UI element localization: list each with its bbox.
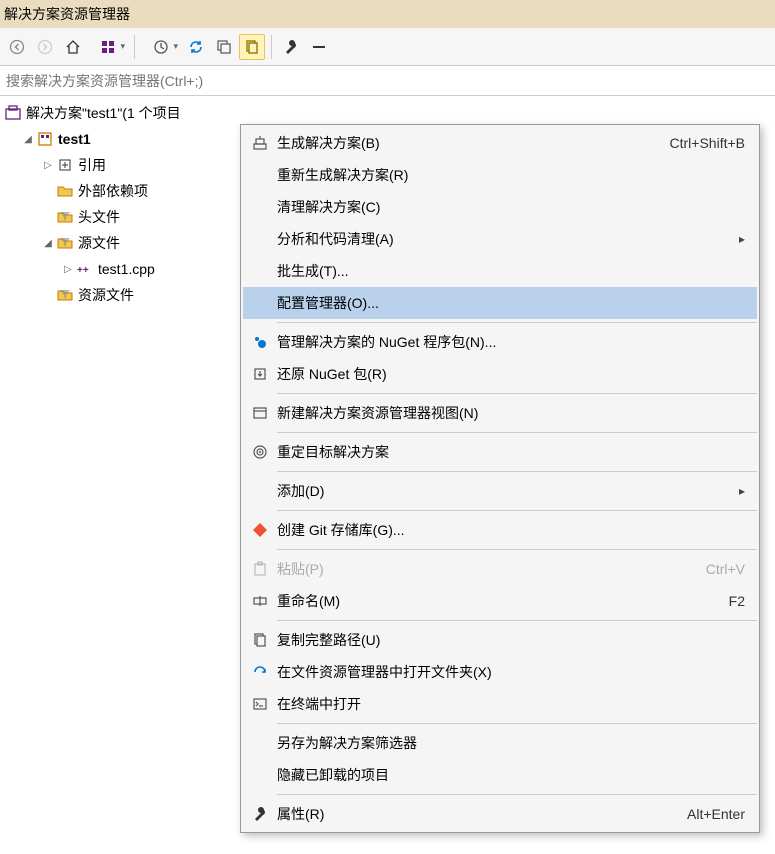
menu-properties[interactable]: 属性(R) Alt+Enter bbox=[243, 798, 757, 830]
menu-separator bbox=[277, 794, 757, 795]
menu-separator bbox=[277, 723, 757, 724]
copy-icon bbox=[243, 632, 277, 648]
spacer bbox=[40, 209, 56, 225]
menu-add[interactable]: 添加(D) bbox=[243, 475, 757, 507]
menu-analyze[interactable]: 分析和代码清理(A) bbox=[243, 223, 757, 255]
expander-icon[interactable]: ▷ bbox=[40, 157, 56, 173]
menu-separator bbox=[277, 432, 757, 433]
expander-icon[interactable]: ▷ bbox=[60, 261, 76, 277]
toolbar bbox=[0, 28, 775, 66]
project-icon bbox=[36, 130, 54, 148]
pending-changes-filter-button[interactable] bbox=[141, 34, 181, 60]
search-input[interactable] bbox=[6, 73, 769, 89]
headers-label: 头文件 bbox=[78, 207, 120, 227]
menu-paste: 粘贴(P) Ctrl+V bbox=[243, 553, 757, 585]
menu-new-view[interactable]: 新建解决方案资源管理器视图(N) bbox=[243, 397, 757, 429]
menu-separator bbox=[277, 322, 757, 323]
spacer bbox=[40, 287, 56, 303]
restore-icon bbox=[243, 366, 277, 382]
filter-folder-icon bbox=[56, 208, 74, 226]
forward-button[interactable] bbox=[32, 34, 58, 60]
preview-button[interactable] bbox=[306, 34, 332, 60]
menu-config-manager[interactable]: 配置管理器(O)... bbox=[243, 287, 757, 319]
menu-open-folder[interactable]: 在文件资源管理器中打开文件夹(X) bbox=[243, 656, 757, 688]
menu-copy-path[interactable]: 复制完整路径(U) bbox=[243, 624, 757, 656]
sourcefile-label: test1.cpp bbox=[98, 261, 155, 277]
git-icon bbox=[243, 522, 277, 538]
open-folder-icon bbox=[243, 664, 277, 680]
title-bar: 解决方案资源管理器 bbox=[0, 0, 775, 28]
tree-solution-node[interactable]: 解决方案"test1"(1 个项目 bbox=[0, 100, 775, 126]
terminal-icon bbox=[243, 696, 277, 712]
new-view-icon bbox=[243, 405, 277, 421]
menu-separator bbox=[277, 393, 757, 394]
nuget-icon bbox=[243, 334, 277, 350]
cpp-file-icon: ++ bbox=[76, 260, 94, 278]
menu-separator bbox=[277, 510, 757, 511]
resources-label: 资源文件 bbox=[78, 285, 134, 305]
home-button[interactable] bbox=[60, 34, 86, 60]
menu-batch-build[interactable]: 批生成(T)... bbox=[243, 255, 757, 287]
paste-icon bbox=[243, 561, 277, 577]
sync-button[interactable] bbox=[183, 34, 209, 60]
retarget-icon bbox=[243, 444, 277, 460]
menu-restore-nuget[interactable]: 还原 NuGet 包(R) bbox=[243, 358, 757, 390]
references-icon bbox=[56, 156, 74, 174]
solution-label: 解决方案"test1"(1 个项目 bbox=[26, 103, 181, 123]
project-label: test1 bbox=[58, 131, 91, 147]
svg-text:++: ++ bbox=[77, 265, 89, 276]
menu-separator bbox=[277, 620, 757, 621]
sources-label: 源文件 bbox=[78, 233, 120, 253]
menu-separator bbox=[277, 549, 757, 550]
spacer bbox=[40, 183, 56, 199]
window-title: 解决方案资源管理器 bbox=[4, 4, 130, 24]
menu-build[interactable]: 生成解决方案(B) Ctrl+Shift+B bbox=[243, 127, 757, 159]
expander-icon[interactable]: ◢ bbox=[40, 235, 56, 251]
menu-create-git[interactable]: 创建 Git 存储库(G)... bbox=[243, 514, 757, 546]
menu-clean[interactable]: 清理解决方案(C) bbox=[243, 191, 757, 223]
search-bar bbox=[0, 66, 775, 96]
folder-icon bbox=[56, 182, 74, 200]
external-label: 外部依赖项 bbox=[78, 181, 148, 201]
filter-folder-icon bbox=[56, 234, 74, 252]
solution-icon bbox=[4, 104, 22, 122]
menu-nuget[interactable]: 管理解决方案的 NuGet 程序包(N)... bbox=[243, 326, 757, 358]
menu-save-filter[interactable]: 另存为解决方案筛选器 bbox=[243, 727, 757, 759]
back-button[interactable] bbox=[4, 34, 30, 60]
rename-icon bbox=[243, 593, 277, 609]
properties-button[interactable] bbox=[278, 34, 304, 60]
menu-rename[interactable]: 重命名(M) F2 bbox=[243, 585, 757, 617]
collapse-all-button[interactable] bbox=[211, 34, 237, 60]
wrench-icon bbox=[243, 806, 277, 822]
menu-hide-unloaded[interactable]: 隐藏已卸载的项目 bbox=[243, 759, 757, 791]
menu-retarget[interactable]: 重定目标解决方案 bbox=[243, 436, 757, 468]
references-label: 引用 bbox=[78, 155, 106, 175]
show-all-files-button[interactable] bbox=[239, 34, 265, 60]
build-icon bbox=[243, 135, 277, 151]
menu-rebuild[interactable]: 重新生成解决方案(R) bbox=[243, 159, 757, 191]
menu-open-terminal[interactable]: 在终端中打开 bbox=[243, 688, 757, 720]
switch-views-button[interactable] bbox=[88, 34, 128, 60]
filter-folder-icon bbox=[56, 286, 74, 304]
context-menu: 生成解决方案(B) Ctrl+Shift+B 重新生成解决方案(R) 清理解决方… bbox=[240, 124, 760, 833]
menu-separator bbox=[277, 471, 757, 472]
expander-icon[interactable]: ◢ bbox=[20, 131, 36, 147]
